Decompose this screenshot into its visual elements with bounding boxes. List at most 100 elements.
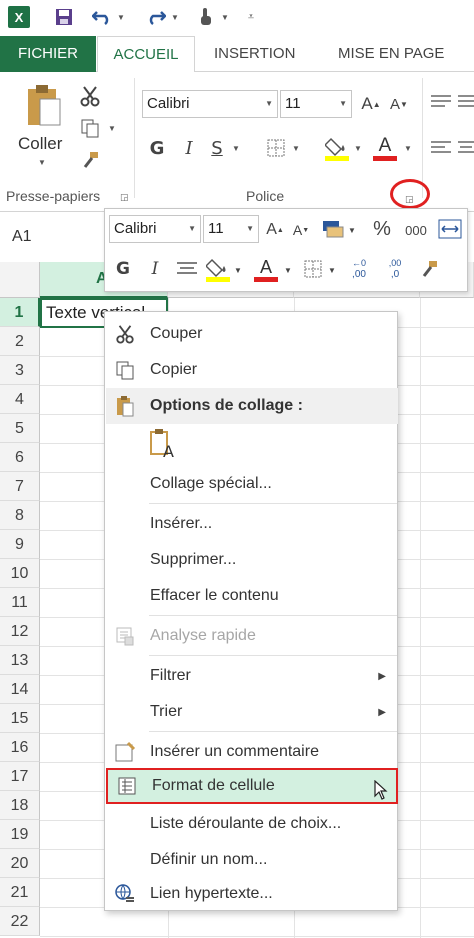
row-header[interactable]: 14 [0,675,40,704]
align-middle-icon[interactable] [458,92,474,112]
redo-icon[interactable] [144,6,168,28]
name-box[interactable]: A1 [0,218,110,258]
tab-insertion[interactable]: INSERTION [202,36,307,72]
borders-dropdown-icon[interactable]: ▼ [292,144,300,153]
mini-bold-button[interactable]: G [113,257,133,281]
row-header[interactable]: 13 [0,646,40,675]
copy-dropdown-icon[interactable]: ▼ [108,124,116,133]
fill-color-dropdown-icon[interactable]: ▼ [354,144,362,153]
tab-accueil[interactable]: ACCUEIL [97,36,195,73]
borders-icon[interactable] [264,136,288,160]
menu-item-insert[interactable]: Insérer... [106,506,398,542]
quick-access-toolbar: X ▼ ▼ ▼ ⩡ [0,0,474,36]
align-left-icon[interactable] [430,138,454,158]
mini-italic-button[interactable]: I [145,257,165,281]
row-header[interactable]: 16 [0,733,40,762]
menu-item-delete[interactable]: Supprimer... [106,542,398,578]
row-header[interactable]: 21 [0,878,40,907]
clipboard-launcher-icon[interactable]: ◲ [120,192,129,203]
row-header[interactable]: 3 [0,356,40,385]
undo-dropdown-icon[interactable]: ▼ [116,6,126,28]
quick-analysis-icon [112,623,138,649]
menu-item-define-name[interactable]: Définir un nom... [106,842,398,878]
menu-item-dropdown-list[interactable]: Liste déroulante de choix... [106,806,398,842]
mini-decrease-decimal-icon[interactable]: ,00,0 [379,255,411,283]
row-header[interactable]: 18 [0,791,40,820]
italic-button[interactable]: I [178,136,200,160]
font-size-combo[interactable]: 11 ▼ [280,90,352,118]
tab-fichier[interactable]: FICHIER [0,36,96,72]
mini-borders-dropdown-icon[interactable]: ▼ [327,259,337,281]
mini-increase-decimal-icon[interactable]: ←0,00 [343,255,375,283]
menu-item-paste-special[interactable]: Collage spécial... [106,466,398,502]
touch-mode-icon[interactable] [196,6,216,28]
row-header[interactable]: 15 [0,704,40,733]
menu-item-filter[interactable]: Filtrer ▶ [106,658,398,694]
mini-accounting-format-icon[interactable] [321,217,345,241]
mini-grow-font-icon[interactable]: A ▲ [265,219,285,241]
mini-accounting-dropdown-icon[interactable]: ▼ [347,219,357,241]
align-top-icon[interactable] [430,92,454,112]
row-header[interactable]: 9 [0,530,40,559]
tab-mise-en-page[interactable]: MISE EN PAGE [326,36,456,72]
row-header[interactable]: 5 [0,414,40,443]
underline-dropdown-icon[interactable]: ▼ [232,144,240,153]
mini-font-name-combo[interactable]: Calibri ▼ [109,215,201,243]
undo-icon[interactable] [90,6,114,28]
mini-center-align-icon[interactable] [175,257,199,281]
menu-item-format-cells[interactable]: Format de cellule [106,768,398,804]
menu-item-clear-contents[interactable]: Effacer le contenu [106,578,398,614]
align-center-icon[interactable] [458,138,474,158]
row-header[interactable]: 2 [0,327,40,356]
mini-wrap-text-icon[interactable] [437,217,463,241]
row-header[interactable]: 1 [0,298,40,327]
paste-dropdown-icon[interactable]: ▼ [38,158,46,167]
select-all-corner[interactable] [0,262,40,298]
paste-values-icon[interactable]: A [149,428,181,461]
paste-label[interactable]: Coller [18,134,62,154]
touch-dropdown-icon[interactable]: ▼ [220,6,230,28]
save-icon[interactable] [52,6,76,28]
row-header[interactable]: 12 [0,617,40,646]
row-header[interactable]: 20 [0,849,40,878]
row-header[interactable]: 6 [0,443,40,472]
fill-color-icon[interactable] [324,134,350,162]
cut-icon[interactable] [78,84,102,108]
row-header[interactable]: 17 [0,762,40,791]
underline-button[interactable]: S [206,136,228,160]
font-color-icon[interactable]: A [372,134,398,162]
mini-shrink-font-icon[interactable]: A ▼ [291,219,311,241]
menu-item-insert-comment[interactable]: Insérer un commentaire [106,734,398,770]
mini-font-size-combo[interactable]: 11 ▼ [203,215,259,243]
row-header[interactable]: 10 [0,559,40,588]
row-header[interactable]: 7 [0,472,40,501]
row-header[interactable]: 8 [0,501,40,530]
mini-fill-color-dropdown-icon[interactable]: ▼ [233,259,243,281]
grow-font-icon[interactable]: A ▲ [360,92,382,116]
mini-borders-icon[interactable] [301,257,325,281]
mini-font-color-dropdown-icon[interactable]: ▼ [283,259,293,281]
menu-item-copy[interactable]: Copier [106,352,398,388]
menu-item-sort[interactable]: Trier ▶ [106,694,398,730]
font-name-combo[interactable]: Calibri ▼ [142,90,278,118]
copy-icon[interactable] [78,116,102,140]
font-color-dropdown-icon[interactable]: ▼ [404,144,412,153]
menu-item-hyperlink[interactable]: Lien hypertexte... [106,876,398,912]
row-header[interactable]: 19 [0,820,40,849]
row-header[interactable]: 4 [0,385,40,414]
shrink-font-icon[interactable]: A ▼ [388,92,410,116]
row-header[interactable]: 11 [0,588,40,617]
mini-thousands-button[interactable]: 000 [401,219,431,241]
menu-item-cut[interactable]: Couper [106,316,398,352]
shrink-font-glyph: A [390,95,401,113]
mini-fill-color-icon[interactable] [205,255,231,283]
format-painter-icon[interactable] [78,148,102,172]
mini-percent-button[interactable]: % [369,217,395,241]
paste-icon[interactable] [20,82,68,130]
row-header[interactable]: 22 [0,907,40,936]
customize-qat-icon[interactable]: ⩡ [244,6,258,28]
bold-button[interactable]: G [146,136,168,160]
mini-font-color-icon[interactable]: A [253,255,279,283]
mini-format-painter-icon[interactable] [417,257,441,281]
redo-dropdown-icon[interactable]: ▼ [170,6,180,28]
